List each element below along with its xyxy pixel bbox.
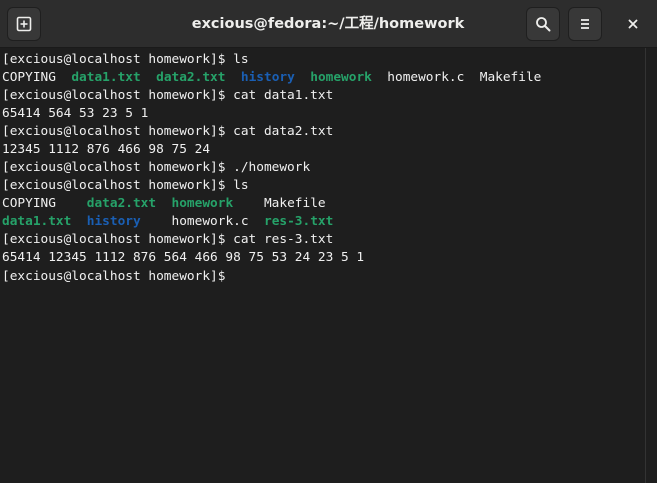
terminal-text: [excious@localhost homework]$ ./homework [2,160,311,175]
terminal-text: homework.c Makefile [371,70,542,85]
terminal-line: [excious@localhost homework]$ cat res-3.… [2,231,645,249]
terminal-line: [excious@localhost homework]$ ls [2,51,645,69]
search-icon [536,17,551,32]
executable-file-name: data1.txt [71,70,141,85]
executable-file-name: homework [171,196,234,211]
terminal-text: [excious@localhost homework]$ cat data1.… [2,88,334,103]
terminal-window: excious@fedora:~/工程/homework [excious@lo… [0,0,657,483]
terminal-line: 65414 12345 1112 876 564 466 98 75 53 24… [2,249,645,267]
terminal-line: [excious@localhost homework]$ ./homework [2,159,645,177]
terminal-text: Makefile [233,196,326,211]
terminal-text: [excious@localhost homework]$ cat data2.… [2,124,334,139]
terminal-text: 65414 12345 1112 876 564 466 98 75 53 24… [2,250,365,265]
terminal-text: [excious@localhost homework]$ [2,269,226,284]
terminal-text: [excious@localhost homework]$ ls [2,52,249,67]
terminal-line: COPYING data1.txt data2.txt history home… [2,69,645,87]
executable-file-name: homework [310,70,372,85]
terminal-line: [excious@localhost homework]$ ls [2,177,645,195]
new-tab-button[interactable] [7,7,41,41]
terminal-line: COPYING data2.txt homework Makefile [2,195,645,213]
directory-name: history [240,70,295,85]
menu-button[interactable] [568,7,602,41]
headerbar: excious@fedora:~/工程/homework [0,0,657,48]
new-tab-icon [16,16,32,32]
terminal-line: 12345 1112 876 466 98 75 24 [2,141,645,159]
executable-file-name: res-3.txt [263,214,334,229]
executable-file-name: data2.txt [86,196,157,211]
directory-name: history [86,214,141,229]
scrollbar[interactable] [645,48,657,483]
terminal-line: 65414 564 53 23 5 1 [2,105,645,123]
search-button[interactable] [526,7,560,41]
hamburger-menu-icon [581,19,589,29]
text-cursor [225,267,233,283]
terminal-text: COPYING [2,196,87,211]
terminal-line: data1.txt history homework.c res-3.txt [2,213,645,231]
terminal-text: homework.c [140,214,264,229]
terminal-line: [excious@localhost homework]$ cat data2.… [2,123,645,141]
window-title: excious@fedora:~/工程/homework [191,16,465,32]
close-icon [628,19,638,29]
terminal-output[interactable]: [excious@localhost homework]$ ls COPYING … [0,48,645,483]
terminal-text: [excious@localhost homework]$ cat res-3.… [2,232,334,247]
executable-file-name: data2.txt [156,70,226,85]
terminal-text: 65414 564 53 23 5 1 [2,106,149,121]
terminal-line: [excious@localhost homework]$ [2,267,645,285]
executable-file-name: data1.txt [2,214,72,229]
terminal-text: 12345 1112 876 466 98 75 24 [2,142,211,157]
close-button[interactable] [616,7,650,41]
terminal-text: [excious@localhost homework]$ ls [2,178,249,193]
terminal-text: COPYING [2,70,72,85]
terminal-line: [excious@localhost homework]$ cat data1.… [2,87,645,105]
